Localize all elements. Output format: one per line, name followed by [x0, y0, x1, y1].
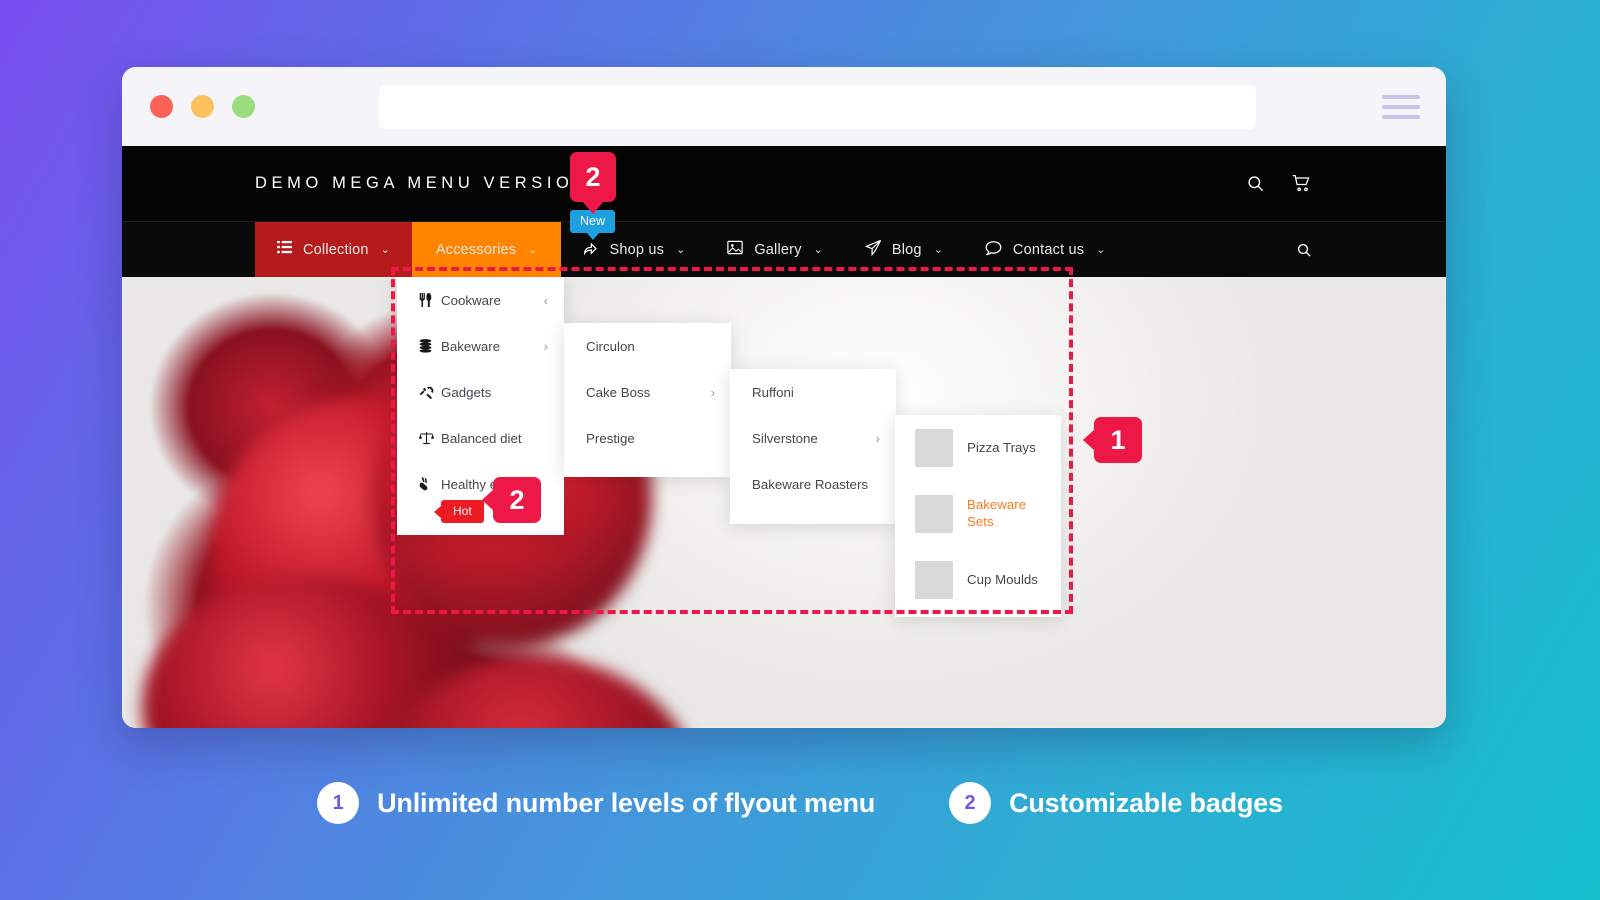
hamburger-bar-1	[1382, 94, 1420, 99]
menu-item-cookware[interactable]: Cookware ‹	[397, 277, 564, 323]
menu-item-gadgets[interactable]: Gadgets	[397, 369, 564, 415]
product-item-cup-moulds[interactable]: Cup Moulds	[895, 547, 1061, 613]
header-icon-group	[1246, 174, 1312, 193]
chevron-down-icon: ⌄	[933, 244, 943, 256]
cart-icon[interactable]	[1291, 174, 1312, 193]
nav-label-gallery: Gallery	[754, 241, 802, 258]
menu-item-circulon[interactable]: Circulon	[564, 323, 731, 369]
minimize-window-dot[interactable]	[191, 95, 214, 118]
main-navigation: Collection ⌄ Accessories ⌄ Shop us ⌄ Gal…	[122, 221, 1446, 277]
scales-icon	[419, 431, 441, 445]
caption-number: 2	[949, 782, 992, 824]
product-label: Bakeware Sets	[967, 497, 1027, 529]
window-controls	[150, 95, 255, 118]
nav-label-blog: Blog	[891, 241, 922, 258]
hamburger-icon[interactable]	[1382, 94, 1420, 119]
menu-item-balanced-diet[interactable]: Balanced diet	[397, 415, 564, 461]
caption-item-1: 1 Unlimited number levels of flyout menu	[317, 782, 875, 824]
nav-item-blog[interactable]: Blog ⌄	[844, 222, 964, 277]
menu-item-silverstone[interactable]: Silverstone ›	[730, 415, 896, 461]
megamenu-panel-level4: Pizza Trays Bakeware Sets Cup Moulds	[895, 415, 1061, 617]
menu-item-prestige[interactable]: Prestige	[564, 415, 731, 461]
callout-marker-2-top: 2	[570, 152, 616, 202]
menu-label: Bakeware Roasters	[752, 476, 869, 492]
callout-marker-2-hot: 2	[493, 477, 541, 523]
close-window-dot[interactable]	[150, 95, 173, 118]
product-item-pizza-trays[interactable]: Pizza Trays	[895, 415, 1061, 481]
chevron-left-icon: ‹	[543, 292, 548, 308]
list-icon	[277, 240, 294, 259]
chevron-right-icon: ›	[543, 338, 548, 354]
product-label: Pizza Trays	[967, 439, 1036, 455]
menu-label: Balanced diet	[441, 430, 522, 446]
nav-item-gallery[interactable]: Gallery ⌄	[706, 222, 844, 277]
menu-label: Cake Boss	[586, 384, 651, 400]
nav-label-accessories: Accessories	[435, 241, 517, 258]
menu-label: Gadgets	[441, 384, 492, 400]
nav-item-contact-us[interactable]: Contact us ⌄	[964, 222, 1127, 277]
search-icon[interactable]	[1246, 174, 1265, 193]
maximize-window-dot[interactable]	[232, 95, 255, 118]
hamburger-bar-3	[1382, 114, 1420, 119]
chevron-down-icon: ⌄	[1096, 244, 1106, 256]
menu-label: Prestige	[586, 430, 635, 446]
product-label: Cup Moulds	[967, 571, 1038, 587]
nav-label-contact-us: Contact us	[1012, 241, 1085, 258]
cutlery-icon	[419, 293, 441, 307]
nav-search-icon[interactable]	[1296, 222, 1312, 277]
menu-label: Silverstone	[752, 430, 818, 446]
chevron-right-icon: ›	[710, 384, 715, 400]
callout-marker-1: 1	[1094, 417, 1142, 463]
chevron-down-icon: ⌄	[528, 244, 538, 256]
caption-text: Customizable badges	[1009, 787, 1283, 818]
nav-left-spacer	[122, 222, 255, 277]
nav-item-collection[interactable]: Collection ⌄	[255, 222, 412, 277]
menu-label: Ruffoni	[752, 384, 794, 400]
chevron-right-icon: ›	[875, 430, 880, 446]
bakeware-sets-thumb	[915, 495, 953, 533]
menu-item-cake-boss[interactable]: Cake Boss ›	[564, 369, 731, 415]
menu-label: Cookware	[441, 292, 501, 308]
hamburger-bar-2	[1382, 104, 1420, 109]
send-icon	[864, 239, 883, 260]
browser-window: DEMO MEGA MENU VERSION 2 Collection ⌄ Ac…	[122, 67, 1446, 728]
page-title: DEMO MEGA MENU VERSION 2	[255, 174, 613, 192]
menu-item-bakeware[interactable]: Bakeware ›	[397, 323, 564, 369]
chevron-down-icon: ⌄	[676, 244, 686, 256]
nav-label-collection: Collection	[303, 241, 369, 258]
cup-moulds-thumb	[915, 561, 953, 599]
caption-text: Unlimited number levels of flyout menu	[377, 787, 876, 818]
menu-label: Circulon	[586, 338, 635, 354]
share-icon	[582, 240, 600, 260]
pizza-tray-thumb	[915, 429, 953, 467]
menu-item-ruffoni[interactable]: Ruffoni	[730, 369, 896, 415]
site-header: DEMO MEGA MENU VERSION 2	[122, 146, 1446, 221]
menu-label: Bakeware	[441, 338, 501, 354]
caption-strip: 1 Unlimited number levels of flyout menu…	[0, 782, 1600, 824]
chevron-down-icon: ⌄	[380, 244, 390, 256]
image-icon	[727, 240, 745, 259]
layers-icon	[419, 339, 441, 353]
product-item-bakeware-sets[interactable]: Bakeware Sets	[895, 481, 1061, 547]
menu-item-bakeware-roasters[interactable]: Bakeware Roasters	[730, 461, 896, 507]
browser-chrome	[122, 67, 1446, 146]
hero-section: Cookware ‹ Bakeware › Gadgets Balanced d…	[122, 277, 1446, 728]
nav-label-shop-us: Shop us	[609, 241, 665, 258]
megamenu-panel-level2: Circulon Cake Boss › Prestige	[564, 323, 731, 477]
chevron-down-icon: ⌄	[813, 244, 823, 256]
nav-item-accessories[interactable]: Accessories ⌄	[411, 222, 562, 277]
tools-icon	[419, 386, 441, 399]
comment-icon	[985, 240, 1004, 260]
url-input[interactable]	[379, 84, 1256, 129]
hot-badge[interactable]: Hot	[441, 500, 484, 523]
caption-item-2: 2 Customizable badges	[949, 782, 1283, 824]
megamenu-panel-level3: Ruffoni Silverstone › Bakeware Roasters	[730, 369, 896, 524]
caption-number: 1	[317, 782, 360, 824]
hand-icon	[419, 477, 441, 491]
